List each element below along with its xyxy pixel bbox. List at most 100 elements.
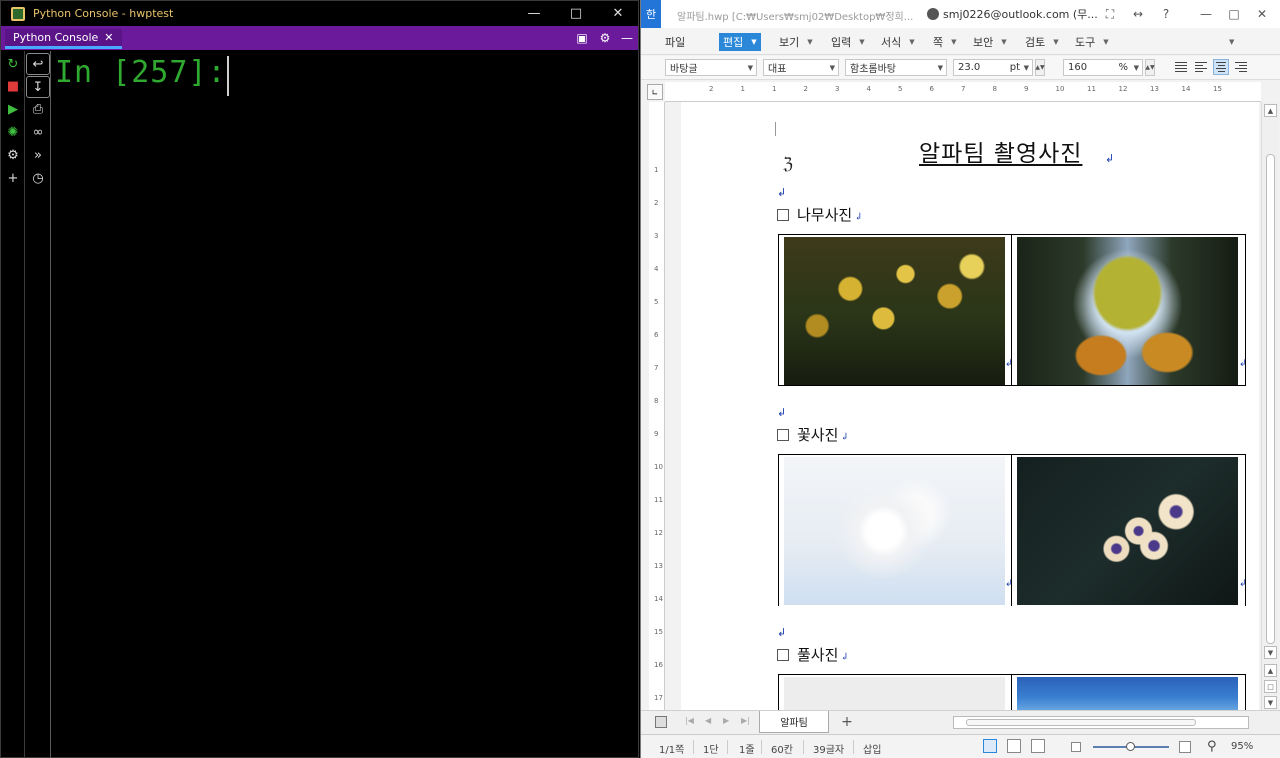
zoom-slider-knob[interactable] [1126,742,1135,751]
photo-table[interactable]: ↲ ↲ [778,454,1247,606]
font-size-input[interactable]: 23.0 pt ▼ [953,59,1033,76]
sheet-list-icon[interactable] [655,716,667,728]
menu-edit[interactable]: 편집 ▼ [719,33,761,51]
horizontal-scrollbar[interactable] [953,716,1249,729]
ruler-tick-label: 8 [992,85,997,93]
ruler-tick-label: 4 [654,265,659,273]
account-button[interactable]: smj0226@outlook.com (무... [927,6,1098,22]
align-left-icon[interactable] [1193,59,1209,75]
maximize-icon[interactable]: □ [555,1,597,26]
horizontal-ruler[interactable]: 2 1 1 2 3 4 5 6 7 8 9 10 11 12 13 14 15 [665,82,1261,102]
insert-mode[interactable]: 삽입 [863,741,881,756]
document-page[interactable]: ℨ 알파팀 촬영사진 ↲ ↲ 나무사진 ↲ ↲ ↲ ↲ 꽃사진 ↲ ↲ ↲ ↲ … [681,102,1259,711]
hwp-title-bar[interactable]: 한 알파팀.hwp [C:₩Users₩smj02₩Desktop₩정희... … [641,0,1280,28]
width-view-icon[interactable] [1007,739,1021,753]
show-variables-icon[interactable]: ∞ [26,121,50,143]
console-input-caret[interactable] [227,56,229,96]
minimize-icon[interactable]: — [1197,5,1215,23]
zoom-out-icon[interactable] [1071,742,1081,752]
menu-security[interactable]: 보안 ▼ [973,33,1007,51]
line-spacing-input[interactable]: 160% ▼ [1063,59,1143,76]
menu-file[interactable]: 파일 [665,33,685,51]
maximize-icon[interactable]: □ [1225,5,1243,23]
tab-python-console[interactable]: Python Console ✕ [5,29,122,49]
ruler-tick-label: 11 [654,496,663,504]
maple-leaves-photo[interactable] [784,237,1005,385]
font-size-stepper[interactable]: ▲▼ [1035,59,1045,76]
paragraph-mark: ↲ [777,626,787,639]
line-spacing-stepper[interactable]: ▲▼ [1145,59,1155,76]
settings-icon[interactable]: ⚙ [1,144,25,166]
scroll-thumb[interactable] [966,719,1196,726]
page-down-icon[interactable]: ▼ [1264,696,1277,709]
run-icon[interactable]: ▶ [1,98,25,120]
zoom-level[interactable]: 95% [1231,741,1253,752]
backlit-leaf-photo[interactable] [1017,237,1238,385]
grey-placeholder-photo[interactable] [784,677,1005,711]
console-title-bar[interactable]: Python Console - hwptest — □ ✕ [1,1,638,26]
scroll-thumb[interactable] [1266,154,1275,644]
scroll-up-icon[interactable]: ▲ [1264,104,1277,117]
chevron-down-icon: ▼ [909,38,915,46]
align-justify-icon[interactable] [1173,59,1189,75]
menu-review[interactable]: 검토 ▼ [1025,33,1059,51]
vertical-ruler[interactable]: 123456789101112131415161718 [649,102,665,735]
language-select[interactable]: 대표 ▼ [763,59,839,76]
normal-view-icon[interactable] [983,739,997,753]
sheet-tab-alpha[interactable]: 알파팀 [759,711,829,733]
hide-panel-icon[interactable]: — [618,29,636,47]
print-icon[interactable]: ⎙ [26,98,50,120]
align-right-icon[interactable] [1233,59,1249,75]
last-sheet-icon[interactable]: ▶| [741,716,750,725]
paragraph-mark: ↲ [1105,152,1115,165]
layout-icon[interactable]: ▣ [573,29,591,47]
daisy-photo[interactable] [1017,457,1238,605]
page-up-icon[interactable]: ▲ [1264,664,1277,677]
fullscreen-icon[interactable]: ⛶ [1101,5,1119,23]
gear-icon[interactable]: ⚙ [596,29,614,47]
photo-table[interactable] [778,674,1246,711]
photo-table[interactable]: ↲ ↲ [778,234,1247,386]
collapse-ribbon-icon[interactable]: ▼ [1229,33,1234,51]
style-select[interactable]: 바탕글 ▼ [665,59,757,76]
align-center-icon[interactable] [1213,59,1229,75]
menu-view[interactable]: 보기 ▼ [779,33,813,51]
white-blossom-photo[interactable] [784,457,1005,605]
tab-close-icon[interactable]: ✕ [104,31,113,44]
close-icon[interactable]: ✕ [1253,5,1271,23]
vertical-scrollbar[interactable]: ▲ ▼ ▲ □ ▼ [1261,102,1279,710]
chevron-down-icon: ▼ [1103,38,1109,46]
first-sheet-icon[interactable]: |◀ [685,716,694,725]
rerun-icon[interactable]: ↻ [1,53,25,75]
stop-icon[interactable]: ■ [1,75,25,97]
ruler-tick-label: 5 [898,85,903,93]
menu-page[interactable]: 쪽 ▼ [933,33,957,51]
search-icon[interactable]: ⚲ [1207,739,1217,754]
minimize-icon[interactable]: — [513,1,555,26]
prev-sheet-icon[interactable]: ◀ [705,716,711,725]
ruler-tick-label: 5 [654,298,659,306]
page-jump-icon[interactable]: □ [1264,680,1277,693]
debug-icon[interactable]: ✺ [1,121,25,143]
zoom-in-icon[interactable] [1179,741,1191,753]
menu-tools[interactable]: 도구 ▼ [1075,33,1109,51]
ruler-corner-icon[interactable]: ∟ [647,84,663,100]
page-view-icon[interactable] [1031,739,1045,753]
soft-wrap-icon[interactable]: ↩ [26,53,50,75]
execute-forward-icon[interactable]: » [26,144,50,166]
blue-sky-photo[interactable] [1017,677,1238,711]
scroll-down-icon[interactable]: ▼ [1264,646,1277,659]
font-select[interactable]: 함초롬바탕 ▼ [845,59,947,76]
menu-format[interactable]: 서식 ▼ [881,33,915,51]
char-count: 39글자 [813,745,845,756]
add-sheet-icon[interactable]: + [837,713,857,731]
add-icon[interactable]: + [1,167,25,189]
close-icon[interactable]: ✕ [597,1,639,26]
history-icon[interactable]: ◷ [26,167,50,189]
scroll-to-end-icon[interactable]: ↧ [26,76,50,98]
page-indicator[interactable]: 1/1쪽 [659,741,684,756]
menu-insert[interactable]: 입력 ▼ [831,33,865,51]
split-icon[interactable]: ↔ [1129,5,1147,23]
help-icon[interactable]: ? [1157,5,1175,23]
next-sheet-icon[interactable]: ▶ [723,716,729,725]
